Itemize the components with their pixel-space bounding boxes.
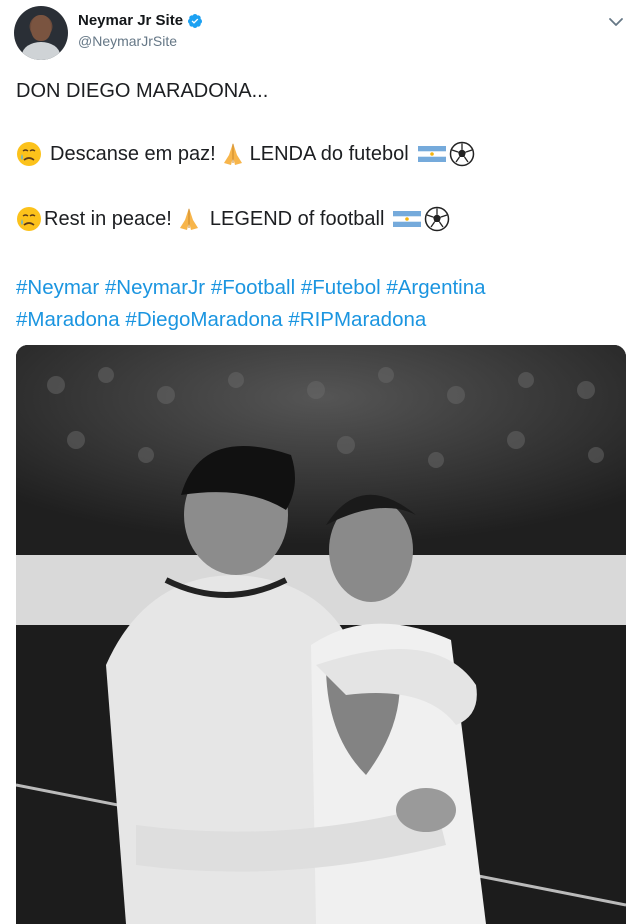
verified-badge-icon <box>188 13 203 28</box>
argentina-flag-emoji <box>393 211 422 227</box>
hashtag-row-2: #Maradona #DiegoMaradona #RIPMaradona <box>16 304 486 336</box>
hashtag-link[interactable]: #Futebol <box>301 276 381 299</box>
hashtag-link[interactable]: #Neymar <box>16 276 99 299</box>
hashtag-link[interactable]: #Argentina <box>386 276 485 299</box>
hashtag-link[interactable]: #NeymarJr <box>105 276 205 299</box>
folded-hands-emoji <box>179 208 198 230</box>
handle[interactable]: @NeymarJrSite <box>78 33 203 49</box>
avatar[interactable] <box>14 6 68 60</box>
account-names: Neymar Jr Site @NeymarJrSite <box>78 12 203 49</box>
folded-hands-emoji <box>223 143 242 165</box>
tweet-header: Neymar Jr Site @NeymarJrSite <box>14 6 626 60</box>
tweet-line-3: Rest in peace! LEGEND of football <box>16 206 450 232</box>
display-name-row[interactable]: Neymar Jr Site <box>78 12 203 29</box>
chevron-down-icon[interactable] <box>606 12 626 32</box>
argentina-flag-emoji <box>417 146 446 162</box>
tweet-line-2: Descanse em paz! LENDA do futebol <box>16 141 475 167</box>
photo-illustration: SHOW <box>16 345 626 924</box>
display-name[interactable]: Neymar Jr Site <box>78 12 183 29</box>
hashtag-link[interactable]: #Football <box>211 276 295 299</box>
hashtag-link[interactable]: #DiegoMaradona <box>125 308 282 331</box>
crying-face-emoji <box>17 142 41 166</box>
hashtag-link[interactable]: #Maradona <box>16 308 120 331</box>
crying-face-emoji <box>17 207 41 231</box>
tweet-photo[interactable]: SHOW <box>16 345 626 924</box>
hashtag-link[interactable]: #RIPMaradona <box>288 308 426 331</box>
soccer-ball-emoji <box>449 141 474 167</box>
hashtag-row-1: #Neymar #NeymarJr #Football #Futebol #Ar… <box>16 272 486 304</box>
tweet-line-1: DON DIEGO MARADONA... <box>16 80 269 102</box>
hashtags: #Neymar #NeymarJr #Football #Futebol #Ar… <box>16 272 486 336</box>
soccer-ball-emoji <box>425 206 450 232</box>
